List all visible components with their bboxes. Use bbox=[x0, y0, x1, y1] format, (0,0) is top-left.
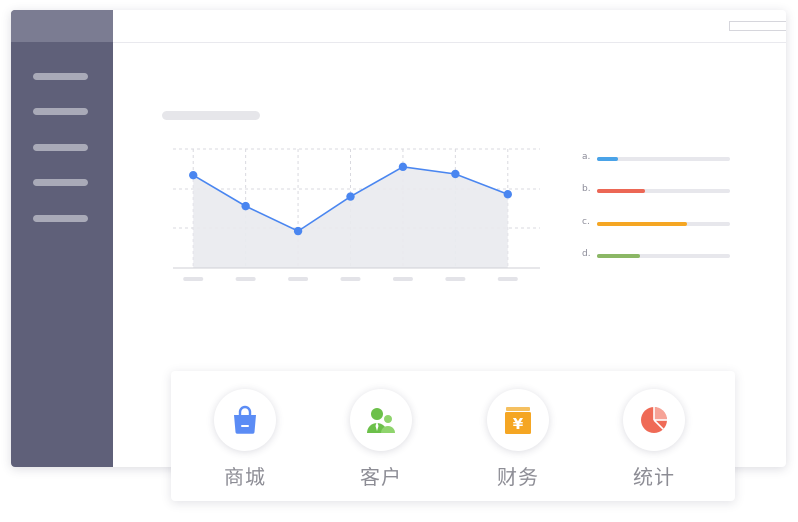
sidebar-item-3[interactable] bbox=[33, 144, 88, 151]
data-point-0 bbox=[189, 170, 198, 180]
sidebar-item-1[interactable] bbox=[33, 73, 88, 80]
data-point-6 bbox=[503, 190, 512, 199]
legend-track-d bbox=[597, 254, 730, 258]
x-tick-label-2 bbox=[288, 277, 309, 281]
shopping-bag-icon bbox=[234, 405, 256, 434]
app-dock: 商城 客户 ¥ 财务 统计 bbox=[171, 371, 735, 501]
legend-bar-a bbox=[597, 157, 619, 161]
x-tick-label-4 bbox=[392, 277, 413, 281]
x-tick-label-1 bbox=[235, 277, 256, 281]
x-tick-label-5 bbox=[445, 277, 466, 281]
data-point-1 bbox=[241, 201, 250, 211]
chart-title bbox=[162, 111, 260, 120]
sidebar-item-2[interactable] bbox=[33, 108, 88, 115]
app-statistics[interactable]: 统计 bbox=[599, 389, 709, 490]
app-customers-circle[interactable] bbox=[350, 389, 412, 451]
app-mall-label: 商城 bbox=[224, 465, 266, 489]
legend-bar-d bbox=[597, 254, 640, 258]
customers-icon bbox=[367, 408, 395, 433]
legend-bar-b bbox=[597, 189, 645, 193]
app-statistics-label: 统计 bbox=[633, 465, 675, 489]
x-tick-label-0 bbox=[183, 277, 204, 281]
sidebar-item-5[interactable] bbox=[33, 215, 88, 222]
x-tick-label-3 bbox=[340, 277, 361, 281]
app-finance-label: 财务 bbox=[497, 465, 539, 489]
legend-row-c: c. bbox=[582, 216, 742, 230]
legend-row-d: d. bbox=[582, 248, 742, 262]
sidebar bbox=[11, 10, 113, 467]
data-point-2 bbox=[293, 226, 303, 236]
app-mall-circle[interactable] bbox=[214, 389, 276, 451]
legend-track-b bbox=[597, 189, 730, 193]
legend-bar-c bbox=[597, 222, 688, 226]
app-finance[interactable]: ¥ 财务 bbox=[463, 389, 573, 490]
legend-label-c: c. bbox=[582, 217, 590, 227]
finance-yen-icon: ¥ bbox=[505, 407, 531, 434]
legend-track-c bbox=[597, 222, 730, 226]
top-bar bbox=[113, 10, 786, 43]
app-customers[interactable]: 客户 bbox=[326, 389, 436, 490]
app-mall[interactable]: 商城 bbox=[190, 389, 300, 490]
legend-label-a: a. bbox=[582, 152, 591, 162]
legend-row-a: a. bbox=[582, 151, 742, 165]
legend-track-a bbox=[597, 157, 730, 161]
line-area-chart bbox=[173, 148, 540, 281]
chart-area bbox=[193, 166, 508, 268]
app-finance-circle[interactable]: ¥ bbox=[487, 389, 549, 451]
sidebar-header bbox=[11, 10, 113, 42]
data-point-3 bbox=[346, 192, 355, 201]
legend-row-b: b. bbox=[582, 183, 742, 197]
legend-label-d: d. bbox=[582, 249, 591, 259]
legend-label-b: b. bbox=[582, 184, 591, 194]
pie-chart-icon bbox=[641, 407, 667, 433]
svg-text:¥: ¥ bbox=[513, 415, 524, 433]
app-customers-label: 客户 bbox=[360, 465, 402, 489]
search-input[interactable] bbox=[729, 21, 786, 31]
app-statistics-circle[interactable] bbox=[623, 389, 685, 451]
sidebar-item-4[interactable] bbox=[33, 179, 88, 186]
x-tick-label-6 bbox=[497, 277, 518, 281]
data-point-5 bbox=[451, 169, 460, 179]
data-point-4 bbox=[398, 162, 408, 172]
